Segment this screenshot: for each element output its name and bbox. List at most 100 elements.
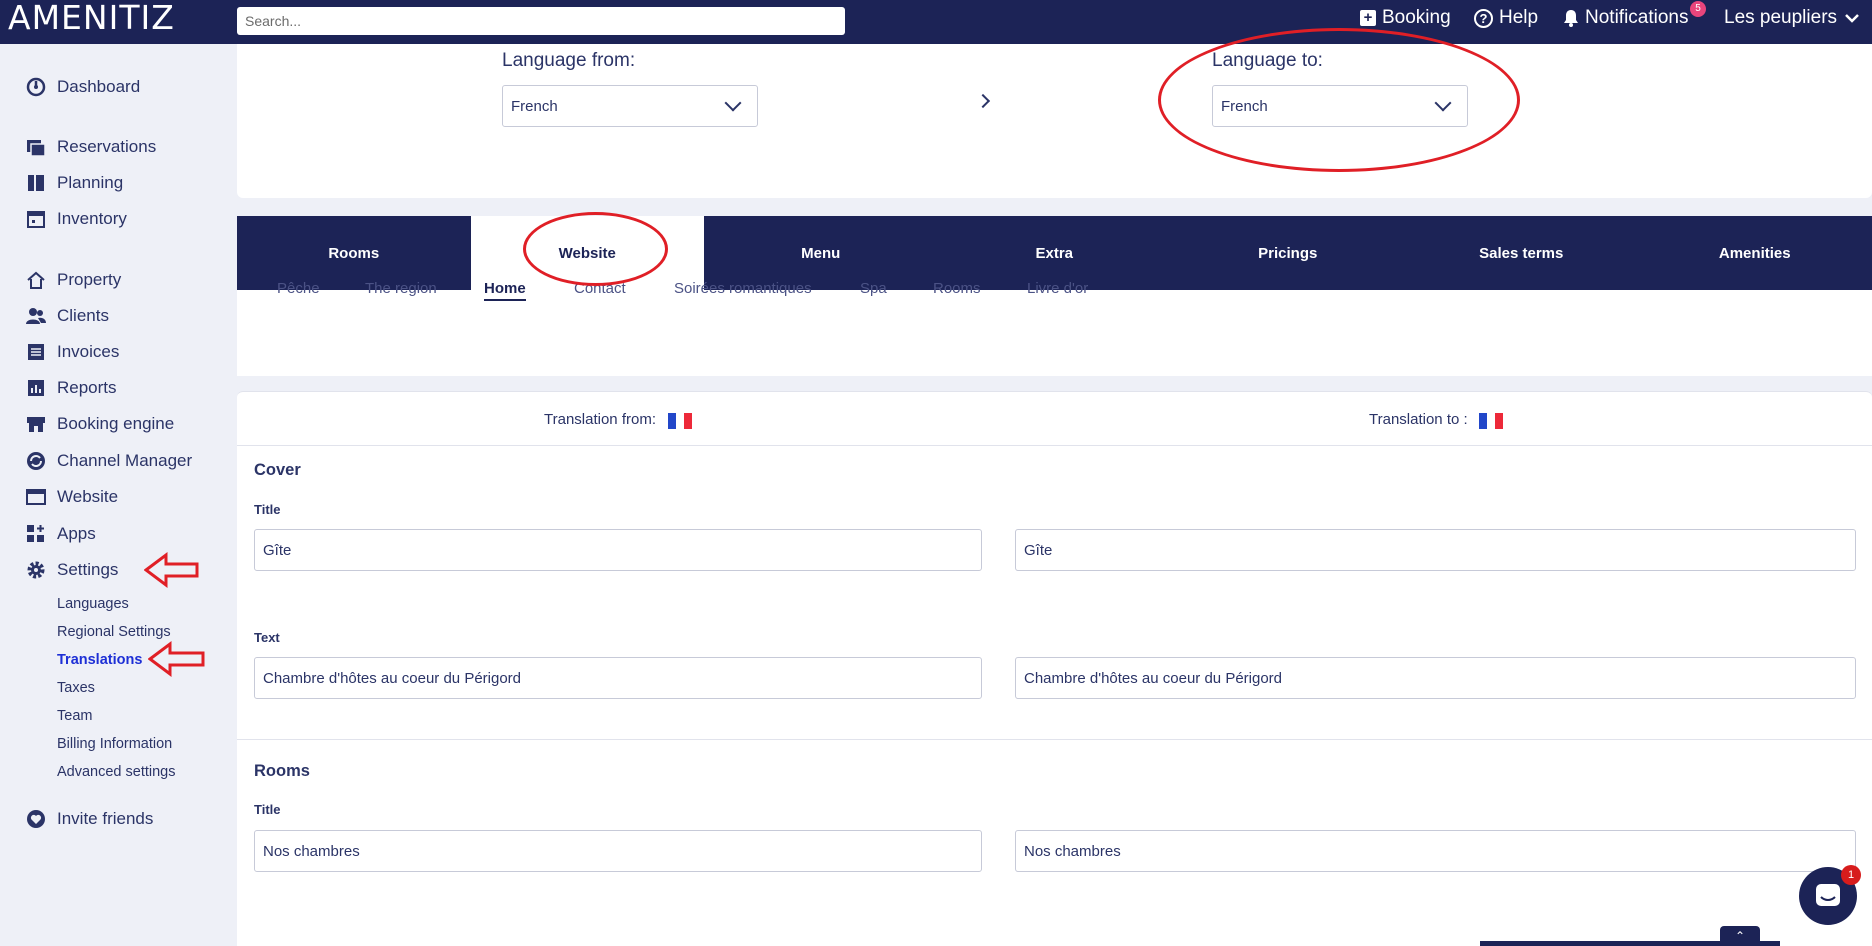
sidebar-item-label: Property	[57, 270, 122, 289]
sidebar-item-apps[interactable]: Apps	[26, 520, 96, 548]
sidebar-item-label: Planning	[57, 173, 124, 192]
notifications-badge: 5	[1690, 1, 1706, 17]
sidebar-item-planning[interactable]: Planning	[26, 169, 123, 197]
section-title-rooms: Rooms	[254, 762, 310, 780]
subtab-spa[interactable]: Spa	[860, 280, 887, 297]
field-label-text: Text	[254, 630, 280, 645]
sidebar-item-label: Reports	[57, 378, 117, 397]
chevron-down-icon	[1845, 14, 1859, 23]
sync-icon	[26, 451, 46, 471]
tab-extra[interactable]: Extra	[938, 216, 1172, 290]
translation-tabs: Rooms Website Menu Extra Pricings Sales …	[237, 216, 1872, 290]
sidebar-item-dashboard[interactable]: Dashboard	[26, 73, 140, 101]
help-button[interactable]: ? Help	[1474, 0, 1538, 36]
settings-sub-taxes[interactable]: Taxes	[57, 680, 95, 696]
language-from-value: French	[511, 97, 558, 115]
annotation-ellipse-website-tab	[523, 212, 668, 286]
booking-label: Booking	[1382, 7, 1451, 28]
sidebar: Dashboard Reservations Planning Inventor…	[0, 44, 237, 946]
field-label-title: Title	[254, 802, 281, 817]
subtab-soirees-romantiques[interactable]: Soirées romantiques	[674, 280, 812, 297]
sidebar-item-label: Settings	[57, 560, 119, 579]
sidebar-item-clients[interactable]: Clients	[26, 302, 109, 330]
chat-unread-badge: 1	[1841, 865, 1861, 885]
translation-header: Translation from: Translation to :	[237, 392, 1872, 446]
sidebar-item-label: Reservations	[57, 137, 157, 156]
sidebar-item-reservations[interactable]: Reservations	[26, 133, 156, 161]
notifications-button[interactable]: Notifications 5	[1563, 0, 1706, 36]
dashboard-icon	[26, 77, 46, 97]
bell-icon	[1564, 10, 1578, 27]
expand-panel-button[interactable]: ⌃	[1720, 926, 1760, 946]
browser-icon	[26, 487, 46, 507]
cover-text-target-input[interactable]: Chambre d'hôtes au coeur du Périgord	[1015, 657, 1856, 699]
rooms-title-target-input[interactable]: Nos chambres	[1015, 830, 1856, 872]
sidebar-item-invoices[interactable]: Invoices	[26, 338, 119, 366]
tab-sales-terms[interactable]: Sales terms	[1405, 216, 1639, 290]
cover-title-target-input[interactable]: Gîte	[1015, 529, 1856, 571]
cover-title-source-input[interactable]: Gîte	[254, 529, 982, 571]
tab-pricings[interactable]: Pricings	[1171, 216, 1405, 290]
annotation-ellipse-language-to	[1158, 28, 1520, 172]
flag-france-icon	[1479, 413, 1503, 429]
cover-text-source-input[interactable]: Chambre d'hôtes au coeur du Périgord	[254, 657, 982, 699]
settings-sub-languages[interactable]: Languages	[57, 596, 129, 612]
field-label-title: Title	[254, 502, 281, 517]
rooms-title-source-input[interactable]: Nos chambres	[254, 830, 982, 872]
planning-icon	[26, 173, 46, 193]
page-subtabs	[237, 290, 1872, 376]
settings-sub-translations[interactable]: Translations	[57, 652, 142, 668]
user-menu[interactable]: Les peupliers	[1724, 0, 1859, 36]
sidebar-item-label: Inventory	[57, 209, 127, 228]
settings-sub-regional-settings[interactable]: Regional Settings	[57, 624, 171, 640]
subtab-peche[interactable]: Pêche	[277, 280, 320, 297]
section-title-cover: Cover	[254, 461, 301, 479]
sidebar-item-label: Invite friends	[57, 809, 154, 828]
subtab-home[interactable]: Home	[484, 280, 526, 301]
sidebar-item-settings[interactable]: Settings	[26, 556, 118, 584]
tab-rooms[interactable]: Rooms	[237, 216, 471, 290]
chat-icon	[1816, 884, 1840, 906]
subtab-livre-dor[interactable]: Livre d'or	[1027, 280, 1088, 297]
sidebar-item-label: Clients	[57, 306, 109, 325]
sidebar-item-label: Dashboard	[57, 77, 141, 96]
sidebar-item-invite-friends[interactable]: Invite friends	[26, 805, 153, 833]
language-from-select[interactable]: French	[502, 85, 758, 127]
sidebar-item-channel-manager[interactable]: Channel Manager	[26, 447, 192, 475]
sidebar-item-website[interactable]: Website	[26, 483, 118, 511]
inventory-icon	[26, 209, 46, 229]
chevron-up-icon: ⌃	[1734, 929, 1746, 943]
gear-icon	[26, 560, 46, 580]
annotation-arrow-settings	[144, 552, 199, 588]
sidebar-item-property[interactable]: Property	[26, 266, 121, 294]
top-bar: AMENITIZ + Booking ? Help Notifications …	[0, 0, 1872, 44]
search-input[interactable]	[237, 7, 845, 35]
user-name: Les peupliers	[1724, 7, 1838, 28]
help-icon: ?	[1474, 8, 1493, 28]
help-label: Help	[1499, 7, 1539, 28]
subtab-the-region[interactable]: The region	[365, 280, 437, 297]
chevron-right-icon	[975, 93, 991, 109]
sidebar-item-reports[interactable]: Reports	[26, 374, 117, 402]
sidebar-item-label: Channel Manager	[57, 451, 193, 470]
sidebar-item-inventory[interactable]: Inventory	[26, 205, 127, 233]
sidebar-item-label: Booking engine	[57, 414, 175, 433]
tab-menu[interactable]: Menu	[704, 216, 938, 290]
flag-france-icon	[668, 413, 692, 429]
settings-sub-billing-information[interactable]: Billing Information	[57, 736, 172, 752]
settings-sub-advanced-settings[interactable]: Advanced settings	[57, 764, 176, 780]
chevron-down-icon	[724, 94, 742, 112]
reservations-icon	[26, 137, 46, 157]
amenitiz-logo[interactable]: AMENITIZ	[8, 0, 175, 36]
reports-icon	[26, 378, 46, 398]
translation-to-label: Translation to :	[1369, 411, 1468, 428]
settings-sub-team[interactable]: Team	[57, 708, 92, 724]
sidebar-item-booking-engine[interactable]: Booking engine	[26, 410, 174, 438]
invoices-icon	[26, 342, 46, 362]
store-icon	[26, 414, 46, 434]
subtab-rooms[interactable]: Rooms	[933, 280, 981, 297]
sidebar-item-label: Website	[57, 487, 119, 506]
main-content: Language from: French Language to: Frenc…	[237, 44, 1872, 946]
tab-amenities[interactable]: Amenities	[1638, 216, 1872, 290]
language-from-label: Language from:	[502, 50, 636, 71]
